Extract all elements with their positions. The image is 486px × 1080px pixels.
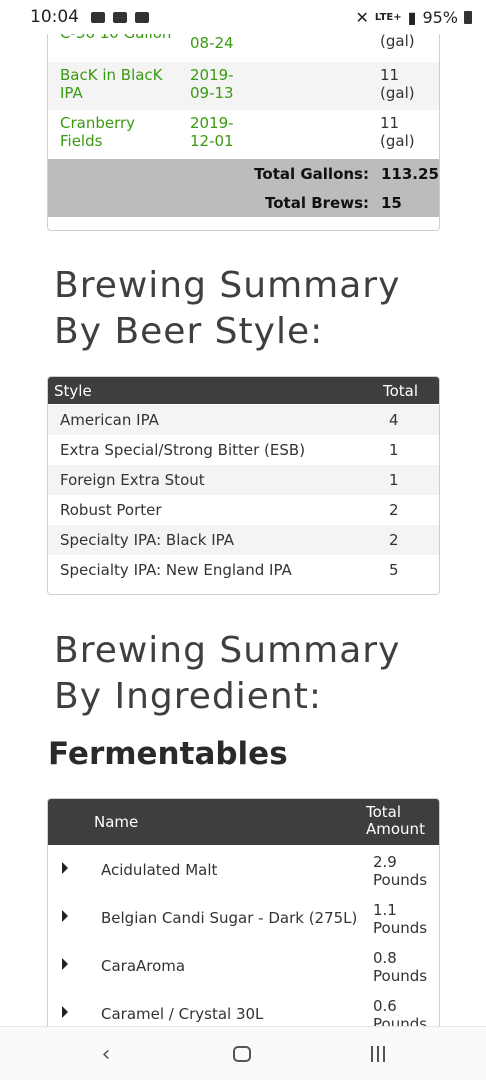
style-total: 1: [389, 471, 399, 489]
style-table-header: Style Total: [48, 377, 439, 404]
total-brews-line: Total Brews: 15: [209, 188, 429, 217]
table-row: Specialty IPA: Black IPA 2: [48, 525, 439, 555]
recent-apps-icon: [371, 1046, 385, 1062]
table-row: Specialty IPA: New England IPA 5: [48, 555, 439, 585]
youtube-icon: [135, 11, 149, 23]
total-brews-label: Total Brews:: [265, 193, 369, 212]
message-icon: [91, 11, 105, 23]
ingredient-name: CaraAroma: [101, 957, 186, 975]
ingredient-section-title: Brewing Summary By Ingredient:: [54, 628, 400, 720]
total-gallons-value: 113.25: [381, 164, 439, 183]
back-button[interactable]: ‹: [86, 1039, 126, 1069]
ingredient-amount: 0.8 Pounds: [373, 949, 428, 985]
recent-apps-button[interactable]: [358, 1039, 398, 1069]
style-total: 2: [389, 501, 399, 519]
image-icon: [113, 11, 127, 23]
ingredient-amount: 1.1 Pounds: [373, 901, 428, 937]
style-section-title: Brewing Summary By Beer Style:: [54, 263, 400, 355]
expand-arrow-icon[interactable]: [62, 958, 68, 970]
home-icon: [233, 1046, 251, 1062]
brew-name-link[interactable]: Cranberry Fields: [60, 114, 180, 150]
home-button[interactable]: [222, 1039, 262, 1069]
total-amount-column-header[interactable]: Total Amount: [366, 804, 425, 838]
style-total: 1: [389, 441, 399, 459]
ingredient-name: Acidulated Malt: [101, 861, 218, 879]
table-row[interactable]: Belgian Candi Sugar - Dark (275L) 1.1 Po…: [48, 895, 439, 943]
ingredient-title-line2: By Ingredient:: [54, 676, 322, 717]
fermentables-heading: Fermentables: [48, 736, 288, 772]
style-name: Specialty IPA: Black IPA: [60, 531, 235, 549]
table-row[interactable]: Caramel / Crystal 30L 0.6 Pounds: [48, 991, 439, 1026]
brew-gallons: 11 (gal): [380, 66, 415, 102]
table-row: Robust Porter 2: [48, 495, 439, 525]
battery-icon: [464, 10, 472, 24]
table-row: American IPA 4: [48, 405, 439, 435]
style-name: American IPA: [60, 411, 159, 429]
brew-name-link[interactable]: BacK in BlacK IPA: [60, 66, 180, 102]
expand-arrow-icon[interactable]: [62, 1006, 68, 1018]
brews-table: C-36 10 Gallon 2019- 08-24 (gal) BacK in…: [47, 20, 440, 231]
table-row: Foreign Extra Stout 1: [48, 465, 439, 495]
style-total: 2: [389, 531, 399, 549]
table-row[interactable]: BacK in BlacK IPA 2019- 09-13 11 (gal): [48, 62, 439, 110]
network-indicator: LTE+: [374, 11, 402, 23]
battery-percent: 95%: [422, 7, 458, 27]
expand-arrow-icon[interactable]: [62, 862, 68, 874]
notification-icons: [91, 11, 149, 23]
style-column-header[interactable]: Style: [54, 382, 92, 400]
brew-gallons: (gal): [380, 32, 415, 50]
brew-date: 2019- 12-01: [190, 114, 234, 150]
style-name: Robust Porter: [60, 501, 162, 519]
ingredient-amount: 2.9 Pounds: [373, 853, 428, 889]
style-name: Specialty IPA: New England IPA: [60, 561, 292, 579]
totals-footer: Total Gallons: 113.25 Total Brews: 15: [48, 159, 439, 217]
fermentables-table: Name Total Amount Acidulated Malt 2.9 Po…: [47, 798, 440, 1026]
style-total: 4: [389, 411, 399, 429]
style-title-line1: Brewing Summary: [54, 265, 401, 306]
ingredient-title-line1: Brewing Summary: [54, 630, 401, 671]
total-column-header[interactable]: Total: [383, 382, 418, 400]
style-title-line2: By Beer Style:: [54, 311, 324, 352]
name-column-header[interactable]: Name: [94, 813, 138, 831]
table-row[interactable]: Acidulated Malt 2.9 Pounds: [48, 847, 439, 895]
table-row[interactable]: Cranberry Fields 2019- 12-01 11 (gal): [48, 110, 439, 158]
brew-date: 2019- 09-13: [190, 66, 234, 102]
page-content[interactable]: C-36 10 Gallon 2019- 08-24 (gal) BacK in…: [0, 0, 486, 1026]
chevron-left-icon: ‹: [101, 1041, 111, 1067]
ingredient-name: Belgian Candi Sugar - Dark (275L): [101, 909, 358, 927]
expand-arrow-icon[interactable]: [62, 910, 68, 922]
style-name: Foreign Extra Stout: [60, 471, 205, 489]
total-gallons-label: Total Gallons:: [254, 164, 369, 183]
signal-icon: ▮: [407, 7, 417, 27]
brew-gallons: 11 (gal): [380, 114, 415, 150]
status-time: 10:04: [30, 7, 79, 27]
ingredient-amount: 0.6 Pounds: [373, 997, 428, 1026]
style-name: Extra Special/Strong Bitter (ESB): [60, 441, 306, 459]
navigation-bar: ‹: [0, 1026, 486, 1080]
table-row: Extra Special/Strong Bitter (ESB) 1: [48, 435, 439, 465]
table-row[interactable]: CaraAroma 0.8 Pounds: [48, 943, 439, 991]
total-gallons-line: Total Gallons: 113.25: [209, 159, 439, 188]
ingredient-name: Caramel / Crystal 30L: [101, 1005, 264, 1023]
mute-icon: ✕: [355, 7, 369, 27]
status-bar: 10:04 ✕ LTE+ ▮ 95%: [0, 0, 486, 34]
style-total: 5: [389, 561, 399, 579]
total-brews-value: 15: [381, 193, 402, 212]
style-table: Style Total American IPA 4 Extra Special…: [47, 376, 440, 595]
fermentables-table-header: Name Total Amount: [48, 799, 439, 845]
